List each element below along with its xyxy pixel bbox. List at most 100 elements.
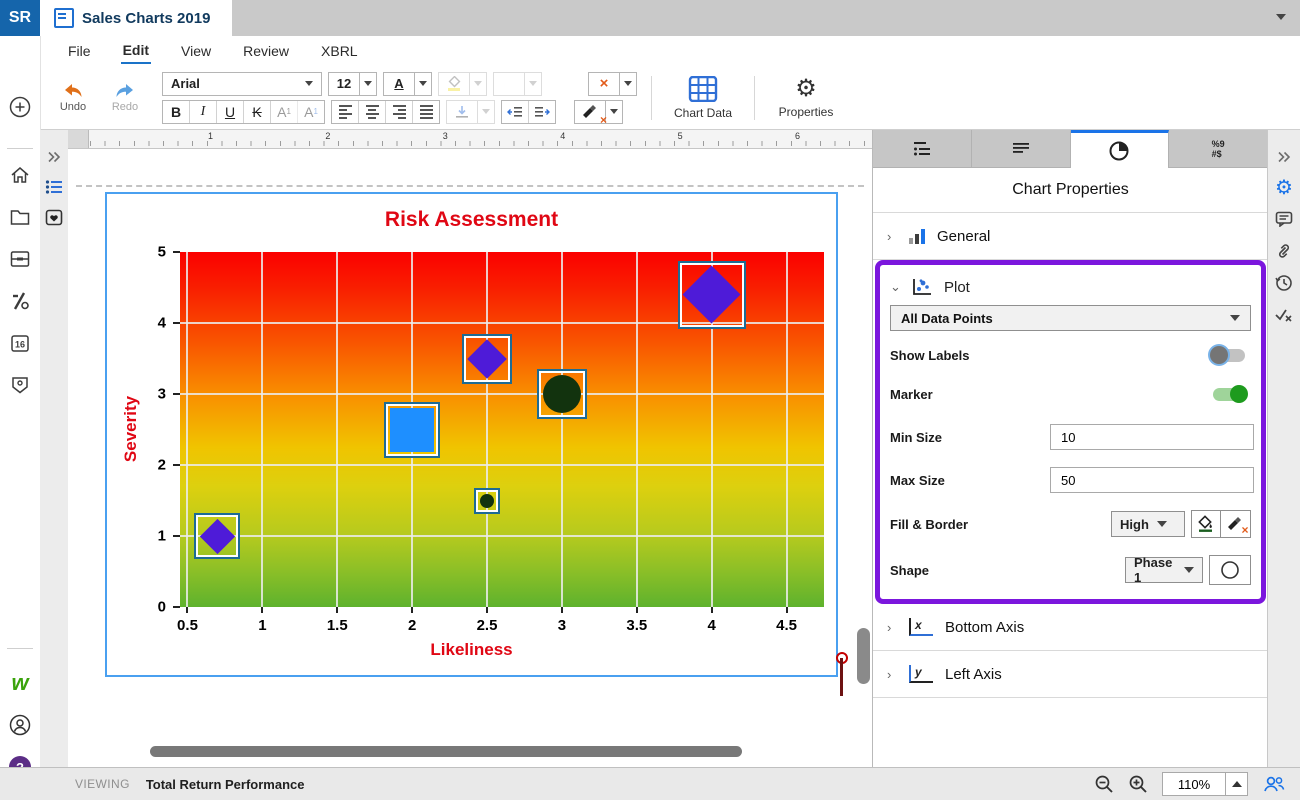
sidebar-item-home[interactable] [0, 160, 40, 190]
align-right-button[interactable] [386, 101, 413, 123]
text-style-group: B I U K A1 A1 [162, 100, 325, 124]
menu-xbrl[interactable]: XBRL [319, 39, 360, 63]
dropdown-caret-icon [610, 109, 618, 114]
links-button[interactable] [1268, 236, 1300, 266]
font-size-select[interactable]: 12 [328, 72, 377, 96]
shape-scope-select[interactable]: Phase 1 [1125, 557, 1203, 583]
data-point[interactable] [678, 261, 746, 329]
marker-toggle[interactable] [1213, 388, 1245, 401]
fill-color-button[interactable] [1191, 510, 1221, 538]
chart-selection-frame[interactable]: Risk Assessment Severity Likeliness 0.51… [105, 192, 838, 677]
section-plot[interactable]: ⌄ Plot [890, 269, 1251, 305]
sidebar-item-calendar[interactable]: 16 [0, 328, 40, 358]
max-size-label: Max Size [890, 473, 1050, 488]
window-menu-caret-icon[interactable] [1276, 14, 1286, 20]
cell-fill-button[interactable] [493, 72, 542, 96]
data-point[interactable] [474, 488, 500, 514]
folder-icon [10, 208, 30, 226]
zoom-spinner-button[interactable] [1226, 772, 1248, 796]
border-color-button[interactable]: × [1221, 510, 1251, 538]
min-size-label: Min Size [890, 430, 1050, 445]
document-tab[interactable]: Sales Charts 2019 [40, 0, 232, 36]
tab-chart-properties[interactable] [1071, 130, 1170, 168]
tasks-button[interactable] [1268, 300, 1300, 330]
subscript-button[interactable]: A1 [298, 101, 324, 123]
calendar-icon: 16 [10, 334, 30, 353]
zoom-level-input[interactable] [1162, 772, 1226, 796]
font-color-button[interactable]: A [383, 72, 432, 96]
italic-button[interactable]: I [190, 101, 217, 123]
ruler-number: 3 [443, 131, 448, 141]
align-center-button[interactable] [359, 101, 386, 123]
data-point[interactable] [537, 369, 587, 419]
data-point[interactable] [462, 334, 512, 384]
bookmarks-button[interactable] [40, 202, 68, 232]
account-button[interactable] [0, 710, 40, 740]
user-avatar[interactable]: SR [0, 0, 40, 36]
text-cursor-pin[interactable] [834, 652, 848, 698]
section-general[interactable]: › General [873, 213, 1268, 260]
data-point[interactable] [194, 513, 240, 559]
tab-document-outline[interactable] [873, 130, 972, 168]
undo-button[interactable]: Undo [54, 83, 92, 113]
create-button[interactable] [0, 92, 40, 122]
max-size-input[interactable] [1050, 467, 1254, 493]
delete-format-button[interactable]: × [588, 72, 637, 96]
zoom-in-button[interactable] [1128, 774, 1148, 794]
tab-text-properties[interactable] [972, 130, 1071, 168]
chart-data-button[interactable]: Chart Data [666, 76, 740, 120]
show-labels-toggle[interactable] [1213, 349, 1245, 362]
menu-edit[interactable]: Edit [121, 38, 151, 64]
bold-button[interactable]: B [163, 101, 190, 123]
vertical-scrollbar-thumb[interactable] [857, 628, 870, 684]
menu-review[interactable]: Review [241, 39, 291, 63]
clear-formatting-button[interactable]: × [574, 100, 623, 124]
properties-button[interactable]: ⚙ Properties [769, 77, 843, 119]
history-button[interactable] [1268, 268, 1300, 298]
menu-view[interactable]: View [179, 39, 213, 63]
align-justify-button[interactable] [413, 101, 439, 123]
indent-button[interactable] [529, 101, 555, 123]
outline-view-button[interactable] [40, 172, 68, 202]
clock-history-icon [1275, 274, 1293, 292]
data-point[interactable] [384, 402, 440, 458]
align-left-button[interactable] [332, 101, 359, 123]
sidebar-item-formulas[interactable] [0, 286, 40, 316]
properties-panel: %9#$ Chart Properties › General ⌄ Plot A… [872, 130, 1268, 768]
people-icon [1262, 774, 1286, 794]
plot-area[interactable] [180, 252, 824, 607]
min-size-input[interactable] [1050, 424, 1254, 450]
zoom-out-button[interactable] [1094, 774, 1114, 794]
panel-settings-button[interactable]: ⚙ [1268, 172, 1300, 202]
sidebar-item-archive[interactable] [0, 244, 40, 274]
strikethrough-button[interactable]: K [244, 101, 271, 123]
highlight-color-button[interactable] [438, 72, 487, 96]
font-family-select[interactable]: Arial [162, 72, 322, 96]
menu-file[interactable]: File [66, 39, 93, 63]
collaborators-button[interactable] [1262, 774, 1286, 794]
spinner-up-icon [1232, 781, 1242, 787]
underline-button[interactable]: U [217, 101, 244, 123]
viewing-label: VIEWING [75, 777, 130, 791]
circle-shape-icon [1220, 560, 1240, 580]
fill-border-scope-select[interactable]: High [1111, 511, 1185, 537]
expand-panel-button[interactable] [40, 142, 68, 172]
superscript-button[interactable]: A1 [271, 101, 298, 123]
vertical-align-button[interactable] [446, 100, 495, 124]
redo-button[interactable]: Redo [106, 83, 144, 113]
sidebar-item-labels[interactable] [0, 370, 40, 400]
tab-number-format[interactable]: %9#$ [1169, 130, 1268, 168]
tag-icon [10, 375, 30, 395]
collapse-panel-button[interactable] [1268, 142, 1300, 172]
shape-picker-button[interactable] [1209, 555, 1251, 585]
dropdown-caret-icon [1184, 567, 1194, 573]
y-tick-label: 0 [136, 599, 166, 616]
outdent-button[interactable] [502, 101, 529, 123]
comments-button[interactable] [1268, 204, 1300, 234]
sidebar-item-files[interactable] [0, 202, 40, 232]
horizontal-scrollbar-thumb[interactable] [150, 746, 742, 757]
section-left-axis[interactable]: › y Left Axis [873, 651, 1268, 698]
data-points-scope-select[interactable]: All Data Points [890, 305, 1251, 331]
circle-marker [480, 494, 494, 508]
section-bottom-axis[interactable]: › x Bottom Axis [873, 604, 1268, 651]
